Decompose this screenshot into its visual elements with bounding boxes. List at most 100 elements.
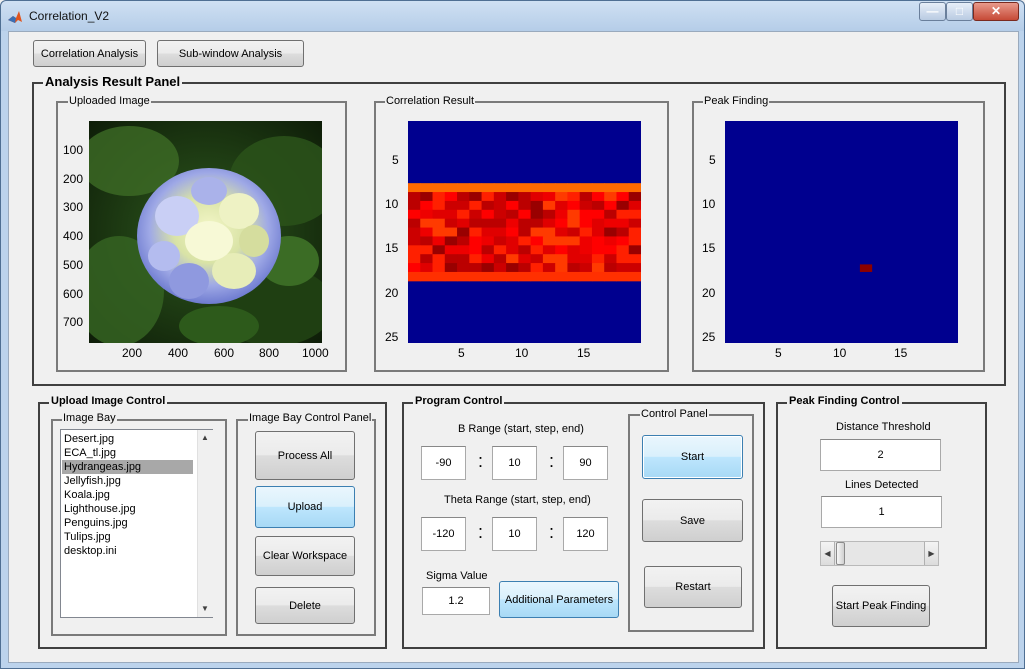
peak-finding-map <box>725 121 958 343</box>
heatmap-cell <box>481 245 495 255</box>
title-bar[interactable]: Correlation_V2 — □ ✕ <box>1 1 1024 31</box>
heatmap-cell <box>420 192 434 202</box>
save-button[interactable]: Save <box>642 499 743 542</box>
list-item[interactable]: desktop.ini <box>62 544 193 558</box>
b-start-input[interactable]: -90 <box>421 446 466 480</box>
start-button[interactable]: Start <box>642 435 743 479</box>
heatmap-cell <box>591 254 605 264</box>
heatmap-cell <box>555 227 568 237</box>
heatmap-cell <box>628 200 641 211</box>
scroll-down-arrow-icon[interactable]: ▼ <box>201 604 209 613</box>
b-step-input[interactable]: 10 <box>492 446 537 480</box>
x-tick-label: 5 <box>458 346 465 360</box>
slider-right-arrow-icon[interactable]: ▶ <box>924 542 938 565</box>
x-tick-label: 5 <box>775 346 782 360</box>
clear-workspace-button[interactable]: Clear Workspace <box>255 536 355 576</box>
heatmap-cell <box>604 218 617 229</box>
slider-thumb[interactable] <box>836 542 845 565</box>
heatmap-cell <box>579 183 593 193</box>
list-item[interactable]: Tulips.jpg <box>62 530 193 544</box>
heatmap-cell <box>481 183 495 193</box>
heatmap-cell <box>457 263 470 273</box>
sigma-input[interactable]: 1.2 <box>422 587 490 615</box>
sigma-label: Sigma Value <box>426 570 488 582</box>
heatmap-cell <box>481 263 495 273</box>
heatmap-cell <box>457 183 470 193</box>
subwindow-analysis-button[interactable]: Sub-window Analysis <box>157 40 304 67</box>
heatmap-cell <box>408 209 421 220</box>
scroll-up-arrow-icon[interactable]: ▲ <box>201 433 209 442</box>
heatmap-cell <box>408 254 421 264</box>
heatmap-cell <box>542 263 556 273</box>
heatmap-cell <box>616 200 630 211</box>
heatmap-cell <box>408 263 421 273</box>
y-tick-label: 600 <box>63 287 84 301</box>
y-tick-label: 200 <box>63 172 84 186</box>
heatmap-cell <box>469 245 483 255</box>
list-item[interactable]: Koala.jpg <box>62 488 193 502</box>
process-all-button[interactable]: Process All <box>255 431 355 480</box>
slider-left-arrow-icon[interactable]: ◀ <box>821 542 835 565</box>
lines-slider[interactable]: ◀ ▶ <box>820 541 939 566</box>
theta-step-input[interactable]: 10 <box>492 517 537 551</box>
correlation-analysis-button[interactable]: Correlation Analysis <box>33 40 146 67</box>
heatmap-cell <box>567 218 581 229</box>
heatmap-cell <box>567 254 581 264</box>
b-end-input[interactable]: 90 <box>563 446 608 480</box>
delete-button[interactable]: Delete <box>255 587 355 624</box>
file-list: Desert.jpg ECA_tl.jpg Hydrangeas.jpg Jellyf… <box>62 432 193 558</box>
start-peak-finding-button[interactable]: Start Peak Finding <box>832 585 930 627</box>
heatmap-cell <box>591 183 605 193</box>
theta-end-input[interactable]: 120 <box>563 517 608 551</box>
correlation-heatmap <box>408 121 641 343</box>
additional-parameters-button[interactable]: Additional Parameters <box>499 581 619 618</box>
maximize-button[interactable]: □ <box>946 2 973 21</box>
heatmap-cell <box>481 218 495 229</box>
heatmap-cell <box>530 236 544 246</box>
list-item[interactable]: ECA_tl.jpg <box>62 446 193 460</box>
heatmap-cell <box>616 227 630 237</box>
heatmap-cell <box>604 254 617 264</box>
heatmap-cell <box>591 218 605 229</box>
uploaded-image-title: Uploaded Image <box>68 95 151 107</box>
heatmap-cell <box>444 245 458 255</box>
heatmap-cell <box>420 218 434 229</box>
heatmap-cell <box>555 192 568 202</box>
heatmap-cell <box>518 245 532 255</box>
heatmap-cell <box>444 227 458 237</box>
y-tick-label: 100 <box>63 143 84 157</box>
list-item[interactable]: Jellyfish.jpg <box>62 474 193 488</box>
heatmap-cell <box>628 271 641 282</box>
list-item[interactable]: Desert.jpg <box>62 432 193 446</box>
heatmap-cell <box>591 236 605 246</box>
minimize-button[interactable]: — <box>919 2 946 21</box>
heatmap-cell <box>469 218 483 229</box>
heatmap-cell <box>616 192 630 202</box>
image-bay-listbox[interactable]: Desert.jpg ECA_tl.jpg Hydrangeas.jpg Jellyf… <box>60 429 213 618</box>
heatmap-cell <box>469 263 483 273</box>
upload-button[interactable]: Upload <box>255 486 355 528</box>
restart-button[interactable]: Restart <box>644 566 742 608</box>
upload-image-control-title: Upload Image Control <box>49 395 168 407</box>
lines-detected-input[interactable]: 1 <box>821 496 942 528</box>
heatmap-cell <box>555 209 568 220</box>
heatmap-cell <box>432 192 446 202</box>
listbox-scrollbar[interactable]: ▲ ▼ <box>197 430 213 617</box>
list-item[interactable]: Penguins.jpg <box>62 516 193 530</box>
heatmap-cell <box>579 271 593 282</box>
heatmap-cell <box>408 236 421 246</box>
heatmap-cell <box>432 271 446 282</box>
heatmap-cell <box>604 271 617 282</box>
theta-start-input[interactable]: -120 <box>421 517 466 551</box>
list-item[interactable]: Hydrangeas.jpg <box>62 460 193 474</box>
distance-threshold-input[interactable]: 2 <box>820 439 941 471</box>
heatmap-cell <box>506 271 519 282</box>
heatmap-cell <box>628 254 641 264</box>
list-item[interactable]: Lighthouse.jpg <box>62 502 193 516</box>
heatmap-cell <box>493 227 507 237</box>
heatmap-cell <box>542 236 556 246</box>
colon-separator: : <box>478 522 484 542</box>
heatmap-cell <box>506 209 519 220</box>
x-tick-label: 15 <box>577 346 591 360</box>
close-button[interactable]: ✕ <box>973 2 1019 21</box>
